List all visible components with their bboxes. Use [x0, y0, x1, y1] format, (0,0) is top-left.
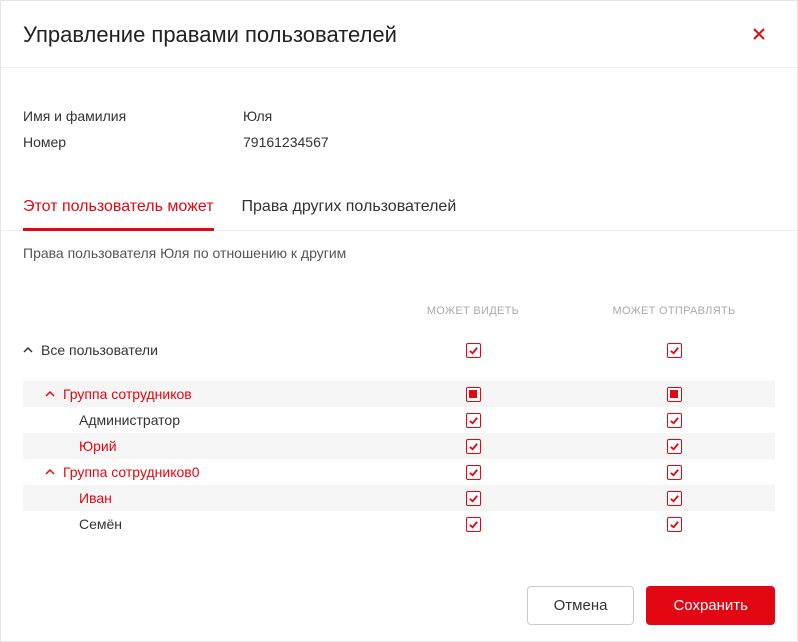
row-all-users: Все пользователи — [23, 337, 775, 363]
row-user: Администратор — [23, 407, 775, 433]
checkbox-send[interactable] — [667, 439, 682, 454]
row-label: Администратор — [79, 412, 180, 428]
row-label: Юрий — [79, 438, 117, 454]
checkbox-see[interactable] — [466, 491, 481, 506]
close-icon — [752, 27, 766, 44]
name-label: Имя и фамилия — [23, 108, 243, 124]
checkbox-see[interactable] — [466, 343, 481, 358]
checkbox-see[interactable] — [466, 517, 481, 532]
row-user: Юрий — [23, 433, 775, 459]
save-button[interactable]: Сохранить — [646, 586, 775, 625]
column-can-see: МОЖЕТ ВИДЕТЬ — [373, 305, 573, 317]
number-value: 79161234567 — [243, 134, 329, 150]
tab-others-rights[interactable]: Права других пользователей — [242, 198, 457, 231]
row-group: Группа сотрудников0 — [23, 459, 775, 485]
checkbox-see[interactable] — [466, 439, 481, 454]
name-value: Юля — [243, 108, 272, 124]
section-subtitle: Права пользователя Юля по отношению к др… — [1, 231, 797, 261]
dialog-title: Управление правами пользователей — [23, 22, 397, 48]
row-label: Группа сотрудников — [63, 386, 192, 402]
row-group: Группа сотрудников — [23, 381, 775, 407]
checkbox-send[interactable] — [667, 343, 682, 358]
checkbox-see[interactable] — [466, 387, 481, 402]
number-label: Номер — [23, 134, 243, 150]
cancel-button[interactable]: Отмена — [527, 586, 635, 625]
row-label: Все пользователи — [41, 342, 158, 358]
column-can-send: МОЖЕТ ОТПРАВЛЯТЬ — [573, 305, 775, 317]
checkbox-send[interactable] — [667, 491, 682, 506]
row-label: Семён — [79, 516, 122, 532]
row-user: Семён — [23, 511, 775, 537]
row-user: Иван — [23, 485, 775, 511]
checkbox-see[interactable] — [466, 413, 481, 428]
chevron-up-icon[interactable] — [23, 345, 33, 355]
row-label: Иван — [79, 490, 112, 506]
row-label: Группа сотрудников0 — [63, 464, 200, 480]
checkbox-send[interactable] — [667, 517, 682, 532]
chevron-up-icon[interactable] — [45, 467, 55, 477]
close-button[interactable] — [743, 19, 775, 51]
checkbox-see[interactable] — [466, 465, 481, 480]
checkbox-send[interactable] — [667, 465, 682, 480]
checkbox-send[interactable] — [667, 387, 682, 402]
checkbox-send[interactable] — [667, 413, 682, 428]
chevron-up-icon[interactable] — [45, 389, 55, 399]
tab-user-can[interactable]: Этот пользователь может — [23, 198, 214, 231]
